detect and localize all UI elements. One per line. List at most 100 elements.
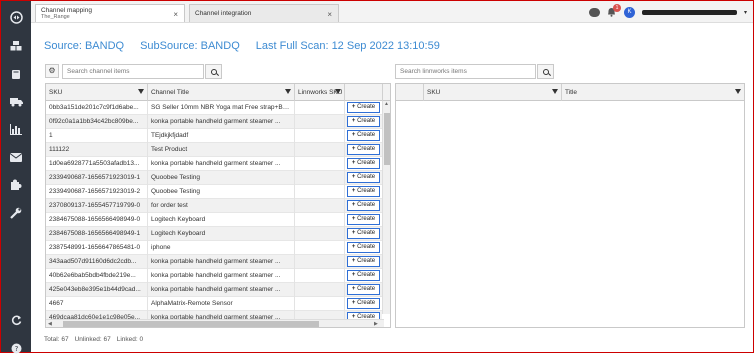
table-row[interactable]: 425e043eb8e395e1b44d9cad... konka portabl…	[46, 283, 382, 297]
create-button[interactable]: Create	[347, 256, 380, 267]
create-button[interactable]: Create	[347, 298, 380, 309]
column-sku[interactable]: SKU	[424, 84, 562, 101]
linnworks-sku-cell	[295, 297, 345, 311]
chat-icon[interactable]	[588, 7, 600, 17]
title-cell: AlphaMatrix-Remote Sensor	[148, 297, 295, 311]
create-button[interactable]: Create	[347, 172, 380, 183]
linnworks-sku-cell	[295, 241, 345, 255]
sku-cell: 2339490687-1656571923019-1	[46, 171, 148, 185]
create-button[interactable]: Create	[347, 144, 380, 155]
filter-icon[interactable]	[335, 89, 341, 94]
vertical-scrollbar[interactable]: ▲	[382, 101, 390, 314]
column-channel-title[interactable]: Channel Title	[148, 84, 295, 101]
table-row[interactable]: 0bb3a151de201c7c9f1d6abe... SG Seller 10m…	[46, 101, 382, 115]
channel-search-button[interactable]	[205, 64, 222, 79]
logo-icon[interactable]	[9, 10, 23, 24]
username-redacted[interactable]	[641, 9, 737, 15]
channel-items-grid: SKU Channel Title Linnworks SKU 0bb3a151…	[45, 83, 391, 328]
column-sku[interactable]: SKU	[46, 84, 148, 101]
table-row[interactable]: 1d0ea6928771a5503afadb13... konka portabl…	[46, 157, 382, 171]
table-row[interactable]: 111122Test Product Create	[46, 143, 382, 157]
filter-icon[interactable]	[552, 89, 558, 94]
table-row[interactable]: 4667AlphaMatrix-Remote Sensor Create	[46, 297, 382, 311]
tab-subtitle: The_Range	[41, 14, 70, 20]
source-label: Source: BANDQ	[44, 40, 125, 52]
grid-header: SKU Channel Title Linnworks SKU	[46, 84, 390, 101]
scroll-thumb[interactable]	[384, 113, 390, 165]
avatar[interactable]: K	[623, 6, 635, 18]
filter-icon[interactable]	[138, 89, 144, 94]
linnworks-search-input[interactable]: Search linnworks items	[395, 64, 536, 79]
scroll-right-icon[interactable]: ▶	[374, 321, 378, 327]
horizontal-scrollbar[interactable]: ◀ ▶	[46, 319, 384, 327]
cubes-icon[interactable]	[9, 40, 23, 52]
create-button[interactable]: Create	[347, 228, 380, 239]
create-button[interactable]: Create	[347, 270, 380, 281]
sku-cell: 2384675088-1656566498949-0	[46, 213, 148, 227]
scroll-up-icon[interactable]: ▲	[384, 101, 389, 107]
table-row[interactable]: 2370809137-1655457719799-0 for order test…	[46, 199, 382, 213]
book-icon[interactable]	[9, 68, 23, 80]
column-label: Title	[565, 89, 578, 96]
grid-footer: Total: 67 Unlinked: 67 Linked: 0	[44, 336, 143, 343]
linnworks-sku-cell	[295, 171, 345, 185]
create-button[interactable]: Create	[347, 158, 380, 169]
filter-icon[interactable]	[735, 89, 741, 94]
sku-cell: 425e043eb8e395e1b44d9cad...	[46, 283, 148, 297]
table-row[interactable]: 1TEjdkjkfjdadf Create	[46, 129, 382, 143]
close-icon[interactable]: ×	[173, 10, 178, 19]
refresh-icon[interactable]	[9, 314, 23, 326]
sku-cell: 40b62e6bab5bdb4fbde219e...	[46, 269, 148, 283]
linnworks-sku-cell	[295, 143, 345, 157]
table-row[interactable]: 2384675088-1656566498949-1 Logitech Keybo…	[46, 227, 382, 241]
truck-icon[interactable]	[9, 96, 23, 108]
subsource-label: SubSource: BANDQ	[140, 40, 240, 52]
column-label: Channel Title	[151, 89, 189, 96]
close-icon[interactable]: ×	[327, 10, 332, 19]
column-linnworks-sku[interactable]: Linnworks SKU	[295, 84, 345, 101]
chevron-down-icon[interactable]: ▾	[744, 9, 747, 16]
linnworks-sku-cell	[295, 185, 345, 199]
envelope-icon[interactable]	[9, 151, 23, 163]
filter-icon[interactable]	[285, 89, 291, 94]
create-button[interactable]: Create	[347, 116, 380, 127]
tab-channel-mapping[interactable]: Channel mapping The_Range ×	[35, 4, 185, 22]
wrench-icon[interactable]	[9, 207, 23, 219]
table-row[interactable]: 2339490687-1656571923019-2 Quoobee Testin…	[46, 185, 382, 199]
create-button[interactable]: Create	[347, 200, 380, 211]
scroll-left-icon[interactable]: ◀	[48, 321, 52, 327]
linnworks-search-button[interactable]	[537, 64, 554, 79]
title-cell: Test Product	[148, 143, 295, 157]
table-row[interactable]: 2339490687-1656571923019-1 Quoobee Testin…	[46, 171, 382, 185]
table-row[interactable]: 40b62e6bab5bdb4fbde219e... konka portable…	[46, 269, 382, 283]
unlinked-count: Unlinked: 67	[74, 336, 111, 343]
create-button[interactable]: Create	[347, 242, 380, 253]
column-title[interactable]: Title	[562, 84, 744, 101]
bar-chart-icon[interactable]	[9, 123, 23, 135]
title-cell: konka portable handheld garment steamer …	[148, 283, 295, 297]
sku-cell: 2339490687-1656571923019-2	[46, 185, 148, 199]
table-row[interactable]: 343aad507d91160d6dc2cdb... konka portable…	[46, 255, 382, 269]
table-row[interactable]: 2387548991-1656647865481-0iphone Create	[46, 241, 382, 255]
help-icon[interactable]: ?	[9, 342, 23, 354]
tab-channel-integration[interactable]: Channel integration ×	[189, 4, 339, 22]
linnworks-sku-cell	[295, 283, 345, 297]
sidebar: ?	[1, 1, 31, 354]
create-button[interactable]: Create	[347, 214, 380, 225]
bell-icon[interactable]: 1	[607, 3, 621, 18]
table-row[interactable]: 0f92c0a1a1bb34c42bc809be... konka portabl…	[46, 115, 382, 129]
gear-icon: ⚙	[48, 66, 56, 75]
table-row[interactable]: 2384675088-1656566498949-0 Logitech Keybo…	[46, 213, 382, 227]
create-button[interactable]: Create	[347, 284, 380, 295]
title-cell: konka portable handheld garment steamer …	[148, 269, 295, 283]
create-button[interactable]: Create	[347, 130, 380, 141]
linked-count: Linked: 0	[116, 336, 144, 343]
puzzle-icon[interactable]	[9, 179, 23, 191]
scroll-thumb[interactable]	[63, 321, 319, 327]
linnworks-sku-cell	[295, 227, 345, 241]
create-button[interactable]: Create	[347, 102, 380, 113]
channel-search-input[interactable]: Search channel items	[62, 64, 204, 79]
create-button[interactable]: Create	[347, 186, 380, 197]
settings-button[interactable]: ⚙	[45, 64, 59, 78]
linnworks-items-grid: SKU Title	[395, 83, 745, 328]
